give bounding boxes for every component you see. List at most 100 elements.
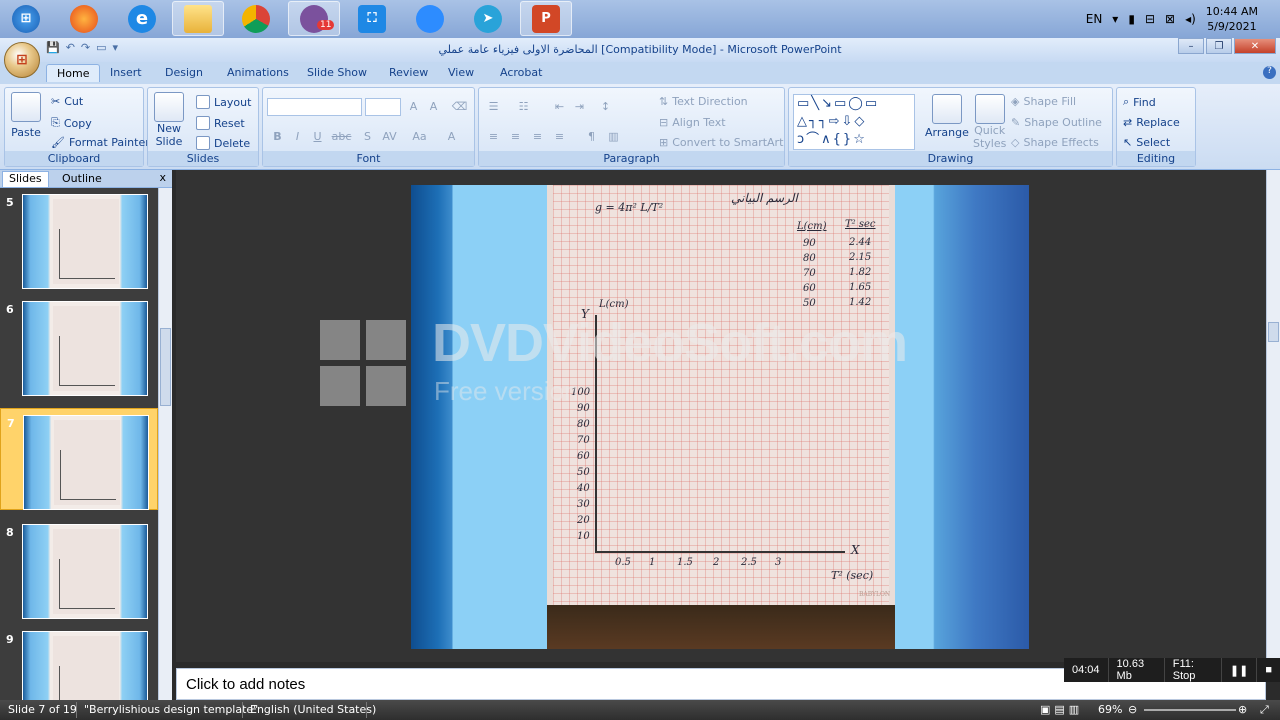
pause-icon[interactable]: ❚❚ xyxy=(1222,658,1258,682)
volume-icon[interactable]: ◂) xyxy=(1185,12,1196,26)
copy-button[interactable]: ⎘ Copy xyxy=(51,116,92,130)
taskbar-viber[interactable]: 11 xyxy=(288,1,340,36)
quick-styles-button[interactable]: Quick Styles xyxy=(973,94,1006,150)
tab-view[interactable]: View xyxy=(448,66,474,79)
scrollbar-thumb[interactable] xyxy=(160,328,171,406)
undo-icon[interactable]: ↶ xyxy=(66,41,75,54)
taskbar-explorer[interactable] xyxy=(172,1,224,36)
format-painter-button[interactable]: 🖌 Format Painter xyxy=(51,136,150,149)
slide-thumbnail[interactable] xyxy=(22,194,148,289)
italic-icon[interactable]: I xyxy=(289,128,306,145)
recorder-stop[interactable]: F11: Stop xyxy=(1165,658,1222,682)
zoom-level[interactable]: 69% xyxy=(1098,703,1122,716)
tab-acrobat[interactable]: Acrobat xyxy=(500,66,542,79)
taskbar-zoom[interactable] xyxy=(404,1,456,36)
clear-formatting-icon[interactable]: ⌫ xyxy=(451,98,468,115)
slide-thumbnail[interactable] xyxy=(22,631,148,700)
slide-thumb-row[interactable]: 6 xyxy=(0,295,158,396)
zoom-slider[interactable] xyxy=(1144,709,1236,711)
delete-button[interactable]: Delete xyxy=(196,136,250,150)
slide-thumb-row[interactable]: 5 xyxy=(0,188,158,289)
select-button[interactable]: ↖ Select xyxy=(1123,136,1170,149)
columns-icon[interactable]: ▥ xyxy=(605,128,622,145)
change-case-icon[interactable]: Aa xyxy=(411,128,428,145)
usb-icon[interactable]: ⊟ xyxy=(1145,12,1155,26)
font-size-select[interactable] xyxy=(365,98,401,116)
underline-icon[interactable]: U xyxy=(309,128,326,145)
new-slide-qat-icon[interactable]: ▭ xyxy=(96,41,106,54)
tab-home[interactable]: Home xyxy=(46,64,101,82)
shadow-icon[interactable]: S xyxy=(359,128,376,145)
slide-scrollbar[interactable] xyxy=(1266,170,1280,662)
slide-thumb-row[interactable]: 8 xyxy=(0,518,158,619)
tab-slide-show[interactable]: Slide Show xyxy=(307,66,367,79)
close-pane-icon[interactable]: x xyxy=(159,171,166,184)
redo-icon[interactable]: ↷ xyxy=(81,41,90,54)
tray-arrow-icon[interactable]: ▾ xyxy=(1112,12,1118,26)
align-left-icon[interactable]: ≡ xyxy=(485,128,502,145)
increase-indent-icon[interactable]: ⇥ xyxy=(571,98,588,115)
align-center-icon[interactable]: ≡ xyxy=(507,128,524,145)
align-text-button[interactable]: ⊟ Align Text xyxy=(659,116,726,129)
strikethrough-icon[interactable]: abc xyxy=(332,128,352,145)
cut-button[interactable]: ✂ Cut xyxy=(51,95,83,108)
notes-placeholder[interactable]: Click to add notes xyxy=(186,676,305,693)
stop-icon[interactable]: ■ xyxy=(1257,658,1280,682)
office-button[interactable]: ⊞ xyxy=(4,42,40,78)
paste-button[interactable]: Paste xyxy=(11,92,41,139)
line-spacing-icon[interactable]: ↕ xyxy=(597,98,614,115)
tab-review[interactable]: Review xyxy=(389,66,428,79)
slide-thumbnail[interactable] xyxy=(23,415,149,510)
zoom-in-icon[interactable]: ⊕ xyxy=(1238,703,1247,716)
rtl-icon[interactable]: ¶ xyxy=(583,128,600,145)
language-status[interactable]: English (United States) xyxy=(250,703,376,716)
font-family-select[interactable] xyxy=(267,98,362,116)
slide-thumb-row-active[interactable]: 7 xyxy=(0,408,158,510)
zoom-out-icon[interactable]: ⊖ xyxy=(1128,703,1137,716)
graph-photo[interactable]: g = 4π² L/T² الرسم البياني L(cm) T² sec … xyxy=(547,185,895,649)
font-color-icon[interactable]: A xyxy=(443,128,460,145)
text-direction-button[interactable]: ⇅ Text Direction xyxy=(659,95,748,108)
slide-thumbnail[interactable] xyxy=(22,301,148,396)
shapes-gallery[interactable]: ▭╲↘▭◯▭ △┐┐⇨⇩◇ ↄ⌒∧{}☆ xyxy=(793,94,915,150)
reset-button[interactable]: Reset xyxy=(196,116,245,130)
scrollbar-thumb[interactable] xyxy=(1268,322,1279,342)
shape-outline-button[interactable]: ✎ Shape Outline xyxy=(1011,116,1102,129)
decrease-indent-icon[interactable]: ⇤ xyxy=(551,98,568,115)
align-right-icon[interactable]: ≡ xyxy=(529,128,546,145)
new-slide-button[interactable]: New Slide xyxy=(154,92,184,148)
shape-effects-button[interactable]: ◇ Shape Effects xyxy=(1011,136,1099,149)
tab-slides[interactable]: Slides xyxy=(2,171,49,187)
justify-icon[interactable]: ≡ xyxy=(551,128,568,145)
taskbar-screenshot[interactable]: ⛶ xyxy=(346,1,398,36)
save-icon[interactable]: 💾 xyxy=(46,41,60,54)
taskbar-chrome[interactable] xyxy=(230,1,282,36)
signal-icon[interactable]: ▮ xyxy=(1128,12,1135,26)
shrink-font-icon[interactable]: A xyxy=(425,98,442,115)
customize-qat-icon[interactable]: ▾ xyxy=(113,41,119,54)
taskbar-telegram[interactable]: ➤ xyxy=(462,1,514,36)
minimize-button[interactable]: – xyxy=(1178,38,1204,54)
tab-outline[interactable]: Outline xyxy=(56,172,108,185)
arrange-button[interactable]: Arrange xyxy=(925,94,969,139)
clock[interactable]: 10:44 AM 5/9/2021 xyxy=(1206,4,1258,34)
grow-font-icon[interactable]: A xyxy=(405,98,422,115)
replace-button[interactable]: ⇄ Replace xyxy=(1123,116,1180,129)
find-button[interactable]: ⌕ Find xyxy=(1123,95,1156,109)
slides-pane-scrollbar[interactable] xyxy=(158,188,172,700)
language-indicator[interactable]: EN xyxy=(1086,12,1103,26)
help-icon[interactable]: ? xyxy=(1263,66,1276,79)
close-button[interactable]: ✕ xyxy=(1234,38,1276,54)
tab-animations[interactable]: Animations xyxy=(227,66,289,79)
restore-button[interactable]: ❐ xyxy=(1206,38,1232,54)
taskbar-powerpoint[interactable]: P xyxy=(520,1,572,36)
slide-thumb-row[interactable]: 9 xyxy=(0,625,158,700)
slide-thumbnail[interactable] xyxy=(22,524,148,619)
shape-fill-button[interactable]: ◈ Shape Fill xyxy=(1011,95,1076,108)
taskbar-ie[interactable]: e xyxy=(116,1,168,36)
convert-smartart-button[interactable]: ⊞ Convert to SmartArt xyxy=(659,136,783,149)
tab-insert[interactable]: Insert xyxy=(110,66,142,79)
view-buttons-icon[interactable]: ▣▤▥ xyxy=(1040,703,1083,716)
bold-icon[interactable]: B xyxy=(269,128,286,145)
numbering-icon[interactable]: ☷ xyxy=(515,98,532,115)
